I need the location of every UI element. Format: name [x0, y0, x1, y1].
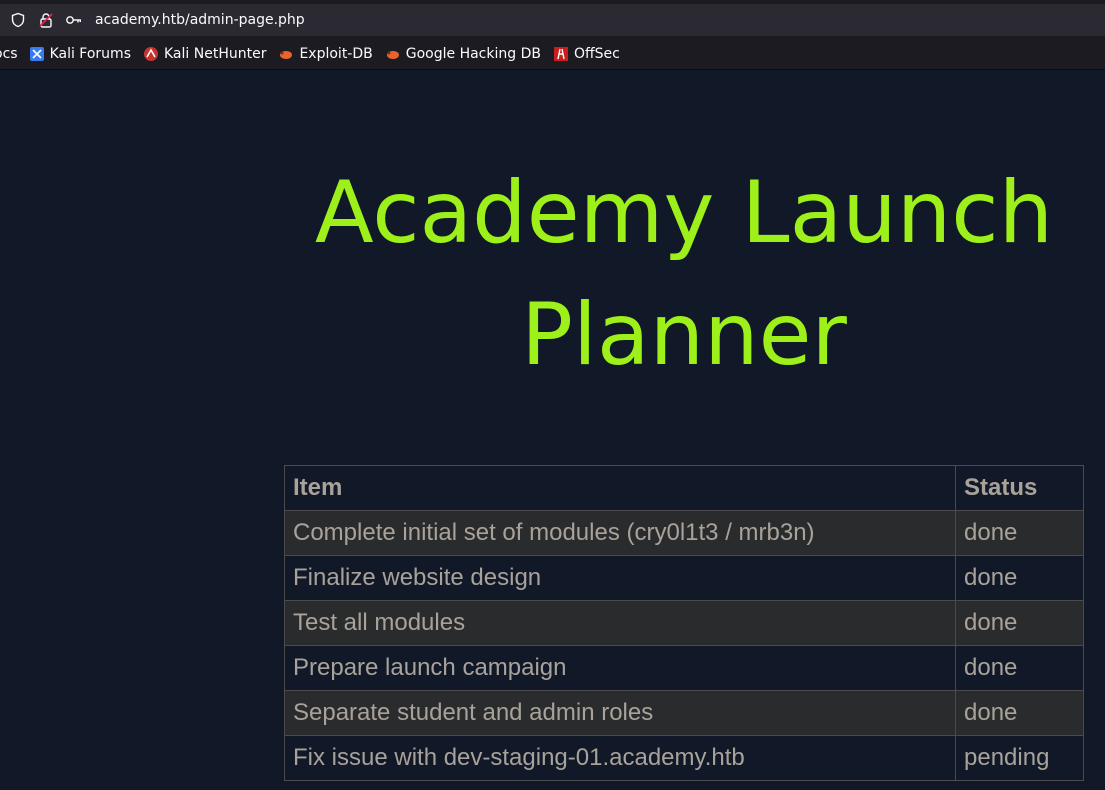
table-row: Separate student and admin roles done [284, 690, 1084, 736]
bookmark-offsec[interactable]: OffSec [553, 46, 620, 62]
item-cell: Prepare launch campaign [284, 645, 956, 691]
item-cell: Test all modules [284, 600, 956, 646]
page-title: Academy Launch Planner [314, 163, 1054, 385]
bookmark-exploit-db[interactable]: Exploit-DB [278, 46, 373, 62]
kali-forums-icon [29, 46, 45, 62]
insecure-lock-icon[interactable] [37, 11, 55, 29]
item-cell: Complete initial set of modules (cry0l1t… [284, 510, 956, 556]
bookmark-docs[interactable]: ocs [0, 46, 18, 62]
table-row: Fix issue with dev-staging-01.academy.ht… [284, 735, 1084, 781]
table-row: Test all modules done [284, 600, 1084, 646]
table-row: Complete initial set of modules (cry0l1t… [284, 510, 1084, 556]
bookmarks-toolbar: ocs Kali Forums Kali NetHunter Exploit-D… [0, 42, 632, 66]
table-header-row: Item Status [284, 465, 1084, 511]
bookmark-label: OffSec [573, 46, 620, 62]
exploit-db-icon [278, 46, 294, 62]
item-cell: Fix issue with dev-staging-01.academy.ht… [284, 735, 956, 781]
bookmark-label: Exploit-DB [299, 46, 373, 62]
bookmark-label: Kali NetHunter [164, 46, 267, 62]
bookmark-label: ocs [0, 46, 18, 62]
item-cell: Separate student and admin roles [284, 690, 956, 736]
status-cell: pending [955, 735, 1084, 781]
status-cell: done [955, 645, 1084, 691]
status-cell: done [955, 510, 1084, 556]
bookmark-label: Google Hacking DB [405, 46, 541, 62]
item-cell: Finalize website design [284, 555, 956, 601]
table-row: Finalize website design done [284, 555, 1084, 601]
google-hacking-db-icon [385, 46, 401, 62]
column-header-item: Item [284, 465, 956, 511]
offsec-icon [553, 46, 569, 62]
key-icon[interactable] [65, 11, 83, 29]
kali-nethunter-icon [143, 46, 159, 62]
bookmark-google-hacking-db[interactable]: Google Hacking DB [385, 46, 541, 62]
shield-icon[interactable] [9, 11, 27, 29]
page-content: Academy Launch Planner Item Status Compl… [0, 70, 1105, 790]
status-cell: done [955, 555, 1084, 601]
url-bar[interactable]: academy.htb/admin-page.php [0, 4, 1105, 36]
table-row: Prepare launch campaign done [284, 645, 1084, 691]
url-text[interactable]: academy.htb/admin-page.php [95, 12, 305, 28]
status-cell: done [955, 690, 1084, 736]
status-cell: done [955, 600, 1084, 646]
bookmark-kali-forums[interactable]: Kali Forums [29, 46, 131, 62]
column-header-status: Status [955, 465, 1084, 511]
launch-planner-table: Item Status Complete initial set of modu… [284, 465, 1084, 781]
bookmark-label: Kali Forums [49, 46, 131, 62]
browser-chrome: academy.htb/admin-page.php ocs Kali Foru… [0, 0, 1105, 70]
bookmark-kali-nethunter[interactable]: Kali NetHunter [143, 46, 266, 62]
